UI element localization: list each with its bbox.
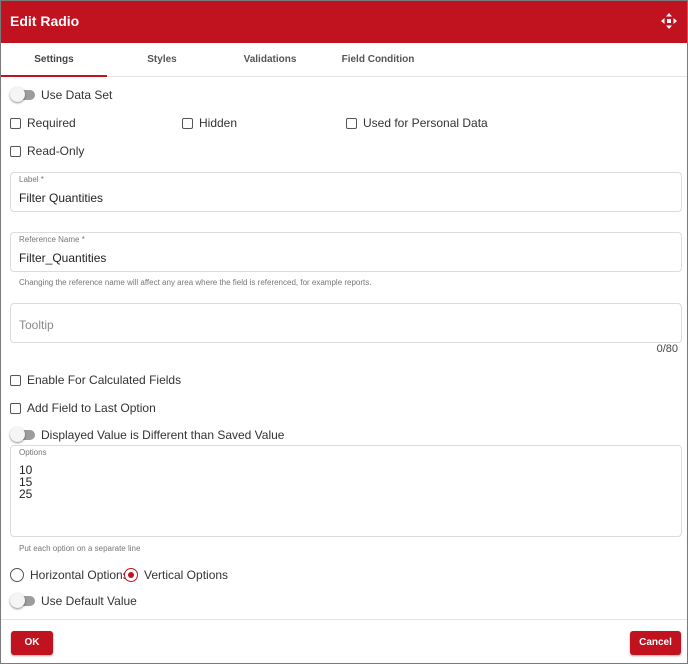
label-field-caption: Label * [19, 175, 44, 184]
calculated-label: Enable For Calculated Fields [27, 373, 182, 387]
displayed-value-label: Displayed Value is Different than Saved … [41, 428, 285, 442]
use-data-set-row: Use Data Set [10, 87, 113, 102]
personal-data-checkbox[interactable] [346, 117, 357, 129]
displayed-value-toggle[interactable] [10, 427, 35, 442]
use-default-row: Use Default Value [10, 593, 137, 608]
dialog-header[interactable]: Edit Radio [1, 1, 687, 43]
personal-data-label: Used for Personal Data [363, 116, 488, 130]
read-only-checkbox[interactable] [10, 145, 21, 157]
vertical-options-label: Vertical Options [144, 568, 229, 582]
ok-button[interactable]: OK [11, 631, 53, 655]
reference-name-hint: Changing the reference name will affect … [19, 278, 372, 287]
tab-field-condition[interactable]: Field Condition [325, 43, 431, 77]
options-list[interactable]: 10 15 25 [19, 464, 32, 500]
personal-data-row: Used for Personal Data [346, 116, 488, 130]
tooltip-field[interactable]: Tooltip [10, 303, 682, 343]
add-last-option-row: Add Field to Last Option [10, 401, 156, 415]
hidden-checkbox[interactable] [182, 117, 193, 129]
tab-validations[interactable]: Validations [217, 43, 323, 77]
use-data-set-toggle[interactable] [10, 87, 35, 102]
dialog-title: Edit Radio [10, 13, 80, 29]
use-default-label: Use Default Value [41, 594, 137, 608]
horizontal-options-row: Horizontal Options [10, 568, 129, 582]
option-line: 25 [19, 487, 33, 501]
tooltip-counter: 0/80 [656, 343, 678, 355]
required-label: Required [27, 116, 76, 130]
options-textarea[interactable]: Options 10 15 25 [10, 445, 682, 537]
reference-name-field[interactable]: Reference Name * Filter_Quantities [10, 232, 682, 272]
required-checkbox[interactable] [10, 117, 21, 129]
reference-name-value[interactable]: Filter_Quantities [19, 251, 106, 265]
read-only-label: Read-Only [27, 144, 85, 158]
hidden-label: Hidden [199, 116, 238, 130]
cancel-button[interactable]: Cancel [630, 631, 681, 655]
move-arrows-icon[interactable] [661, 13, 677, 29]
tooltip-placeholder[interactable]: Tooltip [19, 318, 54, 332]
dialog-footer: OK Cancel [1, 619, 687, 663]
add-last-option-checkbox[interactable] [10, 402, 21, 414]
vertical-options-radio[interactable] [124, 568, 138, 582]
add-last-option-label: Add Field to Last Option [27, 401, 156, 415]
tab-styles[interactable]: Styles [109, 43, 215, 77]
calculated-row: Enable For Calculated Fields [10, 373, 181, 387]
options-caption: Options [19, 448, 47, 457]
vertical-options-row: Vertical Options [124, 568, 228, 582]
label-field-value[interactable]: Filter Quantities [19, 191, 103, 205]
horizontal-options-radio[interactable] [10, 568, 24, 582]
reference-name-caption: Reference Name * [19, 235, 85, 244]
read-only-row: Read-Only [10, 144, 84, 158]
options-hint: Put each option on a separate line [19, 544, 141, 553]
tab-bar: Settings Styles Validations Field Condit… [1, 43, 687, 77]
tab-settings[interactable]: Settings [1, 43, 107, 77]
label-field[interactable]: Label * Filter Quantities [10, 172, 682, 212]
use-default-toggle[interactable] [10, 593, 35, 608]
hidden-row: Hidden [182, 116, 237, 130]
displayed-value-row: Displayed Value is Different than Saved … [10, 427, 285, 442]
edit-radio-dialog: Edit Radio Settings Styles Validations F… [0, 0, 688, 664]
use-data-set-label: Use Data Set [41, 88, 113, 102]
required-row: Required [10, 116, 76, 130]
calculated-checkbox[interactable] [10, 374, 21, 386]
horizontal-options-label: Horizontal Options [30, 568, 129, 582]
